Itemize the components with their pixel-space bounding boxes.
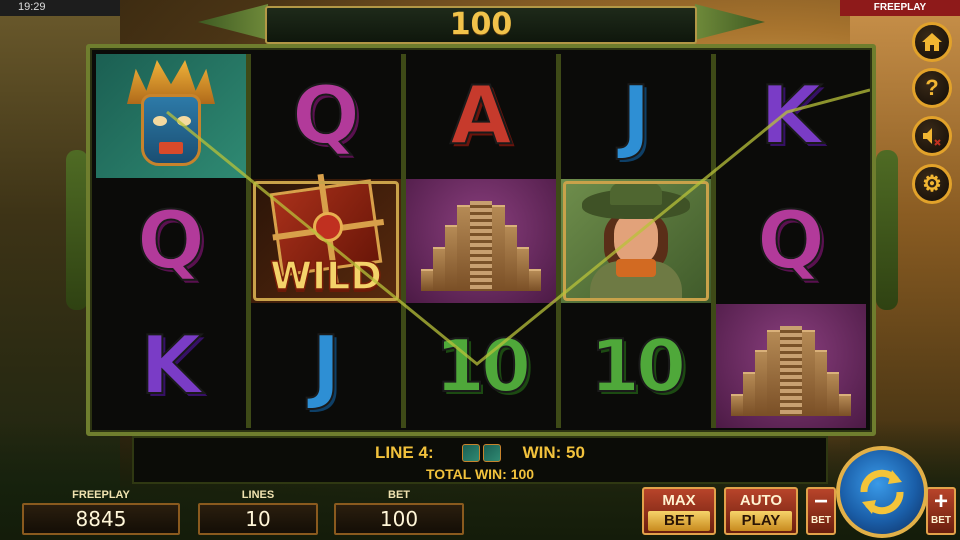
symbol-mask xyxy=(96,54,246,178)
symbol-k: K xyxy=(139,319,203,412)
lines-value[interactable]: 10 xyxy=(198,503,318,535)
reel-2: Q WILD J xyxy=(251,54,401,428)
frame-leaf-right xyxy=(876,150,898,310)
symbol-j: J xyxy=(620,69,652,162)
help-button[interactable]: ? xyxy=(912,68,952,108)
status-clock: 19:29 xyxy=(0,0,120,16)
home-icon xyxy=(922,33,942,51)
symbol-q: Q xyxy=(756,194,826,287)
freeplay-label: FREEPLAY xyxy=(72,489,130,501)
line-label: LINE 4: xyxy=(375,443,434,462)
symbol-pyramid xyxy=(406,179,556,303)
top-bar-wing-right xyxy=(695,4,765,40)
reel-4: J 10 xyxy=(561,54,711,428)
pyramid-icon xyxy=(731,316,851,416)
settings-button[interactable]: ⚙ xyxy=(912,164,952,204)
help-icon: ? xyxy=(925,75,939,100)
top-bar-wing-left xyxy=(198,4,268,40)
reel-frame: Q K Q WILD J A 10 J 10 K Q xyxy=(86,44,876,436)
symbol-q: Q xyxy=(291,69,361,162)
symbol-a: A xyxy=(449,69,513,162)
max-bet-button[interactable]: MAX BET xyxy=(642,487,716,535)
bet-label: BET xyxy=(388,489,410,501)
pyramid-icon xyxy=(421,191,541,291)
home-button[interactable] xyxy=(912,22,952,62)
spin-arrows-icon xyxy=(860,469,904,515)
plus-icon: + xyxy=(933,488,948,515)
aztec-mask-icon xyxy=(123,60,219,172)
bet-value[interactable]: 100 xyxy=(334,503,464,535)
reel-grid: Q K Q WILD J A 10 J 10 K Q xyxy=(96,54,866,428)
settings-gear-icon: ⚙ xyxy=(922,171,942,196)
sound-toggle-button[interactable] xyxy=(912,116,952,156)
mask-mini-icon xyxy=(482,444,501,462)
win-info-bar: LINE 4: WIN: 50 TOTAL WIN: 100 xyxy=(132,436,828,484)
spin-button[interactable] xyxy=(836,446,928,538)
freeplay-balance: 8845 xyxy=(22,503,180,535)
freeplay-mode-badge: FREEPLAY xyxy=(840,0,960,16)
symbol-pyramid xyxy=(716,304,866,428)
bet-decrease-button[interactable]: − BET xyxy=(806,487,836,535)
symbol-k: K xyxy=(759,69,823,162)
symbol-wild: WILD xyxy=(251,179,401,303)
reel-1: Q K xyxy=(96,54,246,428)
symbol-10: 10 xyxy=(434,324,532,408)
bet-increase-button[interactable]: + BET xyxy=(926,487,956,535)
symbol-10: 10 xyxy=(589,324,687,408)
sound-muted-icon xyxy=(923,128,941,146)
symbol-j: J xyxy=(310,319,342,412)
reel-5: K Q xyxy=(716,54,866,428)
minus-icon: − xyxy=(813,488,828,515)
lines-label: LINES xyxy=(241,489,275,501)
mask-mini-icon xyxy=(461,444,480,462)
total-win-label: TOTAL WIN: 100 xyxy=(425,466,535,482)
win-label: WIN: 50 xyxy=(522,443,585,462)
auto-play-button[interactable]: AUTO PLAY xyxy=(724,487,798,535)
frame-leaf-left xyxy=(66,150,88,310)
symbol-explorer xyxy=(561,179,711,303)
credits-display: 100 xyxy=(265,6,697,44)
symbol-q: Q xyxy=(136,194,206,287)
reel-3: A 10 xyxy=(406,54,556,428)
